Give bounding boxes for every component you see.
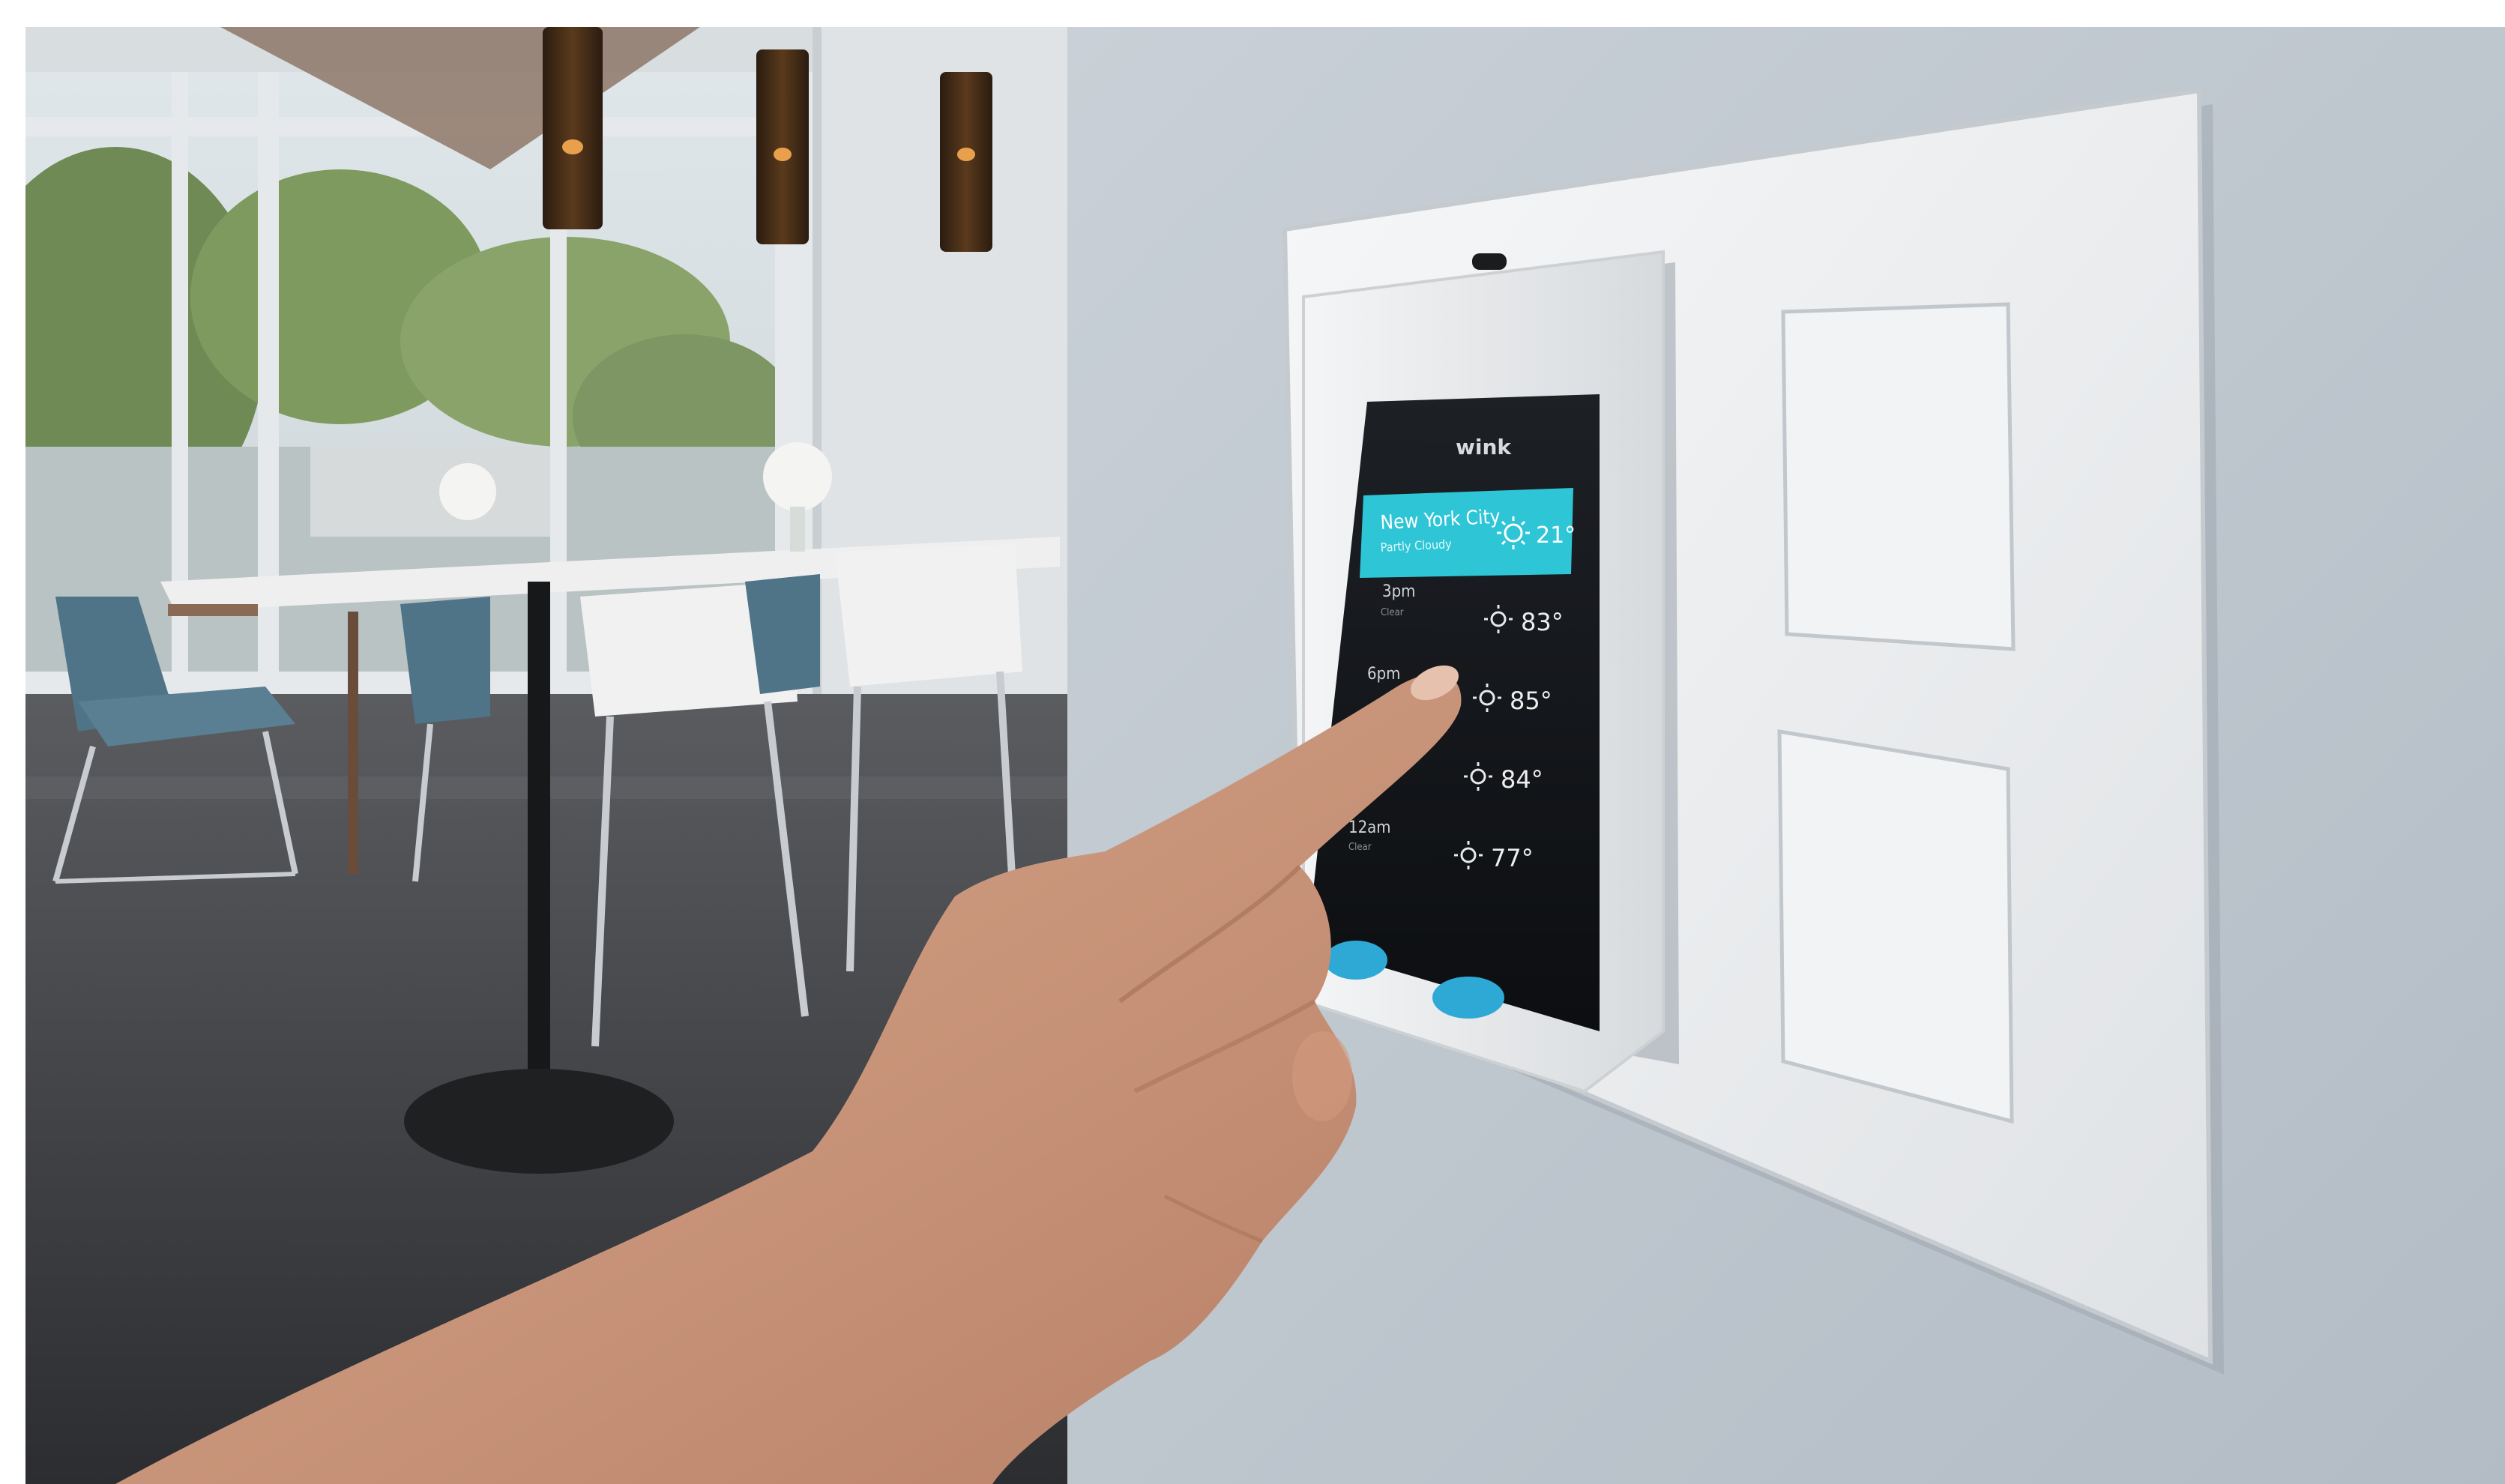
sensor-icon (1472, 253, 1507, 270)
forecast-time: 3pm (1382, 582, 1415, 601)
forecast-time: 12am (1348, 818, 1391, 837)
right-action-button[interactable] (1432, 977, 1504, 1019)
forecast-temp: 77° (1491, 844, 1534, 872)
wink-relay-device: wink New York City Partly Cloudy 21° 3pm… (1302, 250, 1679, 1094)
switch-upper[interactable] (1781, 302, 2016, 651)
forecast-time: 6pm (1367, 665, 1400, 684)
forecast-condition: Clear (1381, 607, 1404, 618)
forecast-temp: 84° (1501, 765, 1543, 794)
forecast-condition: Clear (1348, 842, 1372, 853)
photo-scene: wink New York City Partly Cloudy 21° 3pm… (25, 27, 2505, 1484)
switch-lower[interactable] (1777, 729, 2014, 1124)
left-action-button[interactable] (1324, 941, 1387, 980)
banner-temp: 21° (1536, 522, 1576, 549)
weather-banner[interactable]: New York City Partly Cloudy 21° (1360, 488, 1576, 578)
forecast-temp: 85° (1510, 687, 1552, 715)
forecast-temp: 83° (1521, 608, 1564, 636)
brand-logo: wink (1456, 435, 1512, 459)
